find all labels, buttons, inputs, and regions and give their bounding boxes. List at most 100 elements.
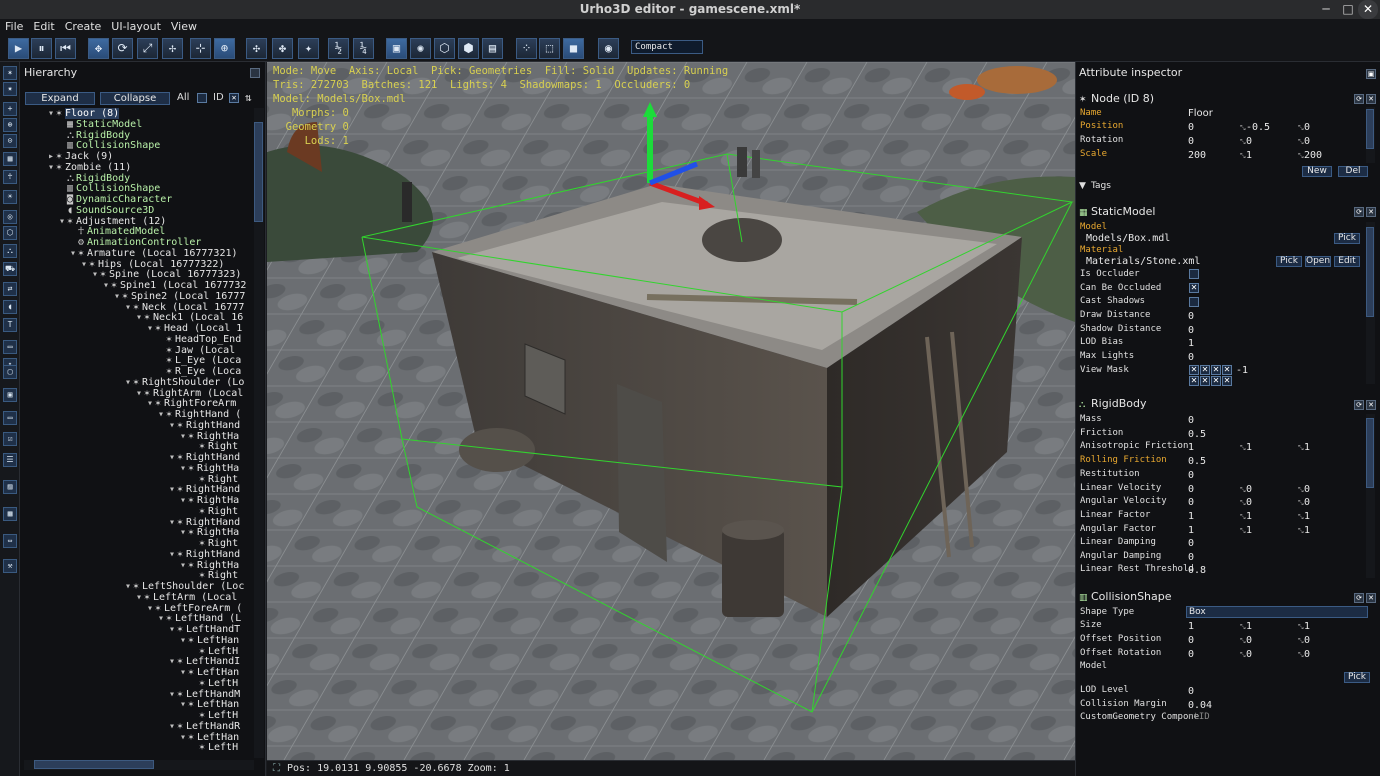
max-lights-field[interactable]: 0 bbox=[1188, 352, 1194, 363]
menu-file[interactable]: File bbox=[0, 19, 28, 34]
border-icon[interactable]: ▩ bbox=[3, 507, 17, 521]
angular-velocity-y[interactable]: ⤡0 bbox=[1240, 497, 1252, 508]
hierarchy-node-row[interactable]: ▾ ✶ RightHa bbox=[180, 463, 239, 474]
staticmodel-close-icon[interactable]: ✕ bbox=[1366, 207, 1376, 217]
node-section-header[interactable]: ✶ Node (ID 8) bbox=[1079, 92, 1154, 106]
hierarchy-node-row[interactable]: ▾ ✶ Spine1 (Local 1677732 bbox=[103, 280, 246, 291]
menu-ui-layout[interactable]: UI-layout bbox=[106, 19, 166, 34]
ui-icon[interactable]: ▭ bbox=[3, 340, 17, 354]
linear-factor-x[interactable]: 1 bbox=[1188, 511, 1194, 522]
expand-toggle-icon[interactable]: ▾ bbox=[169, 517, 177, 528]
delete-tag-button[interactable]: Del bbox=[1338, 166, 1368, 177]
hierarchy-component-row[interactable]: ▥ CollisionShape bbox=[59, 140, 160, 151]
lod-bias-field[interactable]: 1 bbox=[1188, 338, 1194, 349]
fill-wireframe-icon[interactable]: ⬚ bbox=[539, 38, 560, 59]
id-checkbox[interactable]: ✕ bbox=[229, 93, 239, 103]
hierarchy-node-row[interactable]: ▾ ✶ LeftForeArm ( bbox=[147, 603, 242, 614]
angular-damping-field[interactable]: 0 bbox=[1188, 552, 1194, 563]
is-occluder-checkbox[interactable] bbox=[1189, 269, 1199, 279]
aniso-friction-x[interactable]: 1 bbox=[1188, 442, 1194, 453]
hierarchy-component-row[interactable]: ⚙ AnimationController bbox=[70, 237, 201, 248]
material-open-button[interactable]: Open bbox=[1305, 256, 1331, 267]
hierarchy-node-row[interactable]: ▾ ✶ Floor (8) bbox=[48, 108, 120, 119]
hierarchy-node-row[interactable]: ▾ ✶ LeftHandR bbox=[169, 721, 240, 732]
expand-toggle-icon[interactable]: ▾ bbox=[169, 420, 177, 431]
model-pick-button[interactable]: Pick bbox=[1334, 233, 1360, 244]
move-icon[interactable]: ✥ bbox=[88, 38, 109, 59]
position-x[interactable]: 0 bbox=[1188, 122, 1194, 133]
offset-position-z[interactable]: ⤡0 bbox=[1298, 635, 1310, 646]
friction-field[interactable]: 0.5 bbox=[1188, 429, 1206, 440]
scale-y[interactable]: ⤡1 bbox=[1240, 150, 1252, 161]
view-mask-bit-5[interactable]: ✕ bbox=[1200, 376, 1210, 386]
hierarchy-node-row[interactable]: ✶ HeadTop_End bbox=[158, 334, 241, 345]
hierarchy-node-row[interactable]: ▾ ✶ Neck (Local 16777 bbox=[125, 302, 244, 313]
hierarchy-node-row[interactable]: ✶ LeftH bbox=[191, 742, 238, 753]
expand-toggle-icon[interactable]: ▾ bbox=[180, 667, 188, 678]
pick-rigidbodies-icon[interactable]: ⬢ bbox=[458, 38, 479, 59]
menu-view[interactable]: View bbox=[166, 19, 202, 34]
new-replicated-icon[interactable]: ⊕ bbox=[3, 118, 17, 132]
close-icon[interactable]: ✕ bbox=[1358, 0, 1378, 19]
hierarchy-component-row[interactable]: ▥ CollisionShape bbox=[59, 183, 160, 194]
expand-toggle-icon[interactable]: ▾ bbox=[136, 312, 144, 323]
snap-scale-icon[interactable]: ✦ bbox=[298, 38, 319, 59]
all-checkbox[interactable] bbox=[197, 93, 207, 103]
expand-toggle-icon[interactable]: ▾ bbox=[125, 377, 133, 388]
view-mask-bit-7[interactable]: ✕ bbox=[1222, 376, 1232, 386]
hierarchy-component-row[interactable]: ⛬ RigidBody bbox=[59, 173, 130, 184]
custom-geometry-field[interactable]: ntID bbox=[1188, 712, 1210, 723]
view-mask-bit-2[interactable]: ✕ bbox=[1211, 365, 1221, 375]
expand-toggle-icon[interactable]: ▾ bbox=[70, 248, 78, 259]
expand-toggle-icon[interactable]: ▾ bbox=[169, 484, 177, 495]
expand-toggle-icon[interactable]: ▾ bbox=[136, 592, 144, 603]
scale-x[interactable]: 200 bbox=[1188, 150, 1206, 161]
expand-toggle-icon[interactable]: ▾ bbox=[180, 635, 188, 646]
expand-toggle-icon[interactable]: ▸ bbox=[48, 151, 56, 162]
ui-mode-select[interactable]: Compact bbox=[631, 40, 703, 54]
hierarchy-node-row[interactable]: ▾ ✶ RightArm (Local bbox=[136, 388, 243, 399]
linear-velocity-y[interactable]: ⤡0 bbox=[1240, 484, 1252, 495]
pick-lights-icon[interactable]: ✺ bbox=[410, 38, 431, 59]
hierarchy-tree[interactable]: ▾ ✶ Floor (8) ▦ StaticModel ⛬ RigidBody ▥ Collis… bbox=[24, 108, 254, 758]
hierarchy-node-row[interactable]: ▾ ✶ RightShoulder (Lo bbox=[125, 377, 244, 388]
fill-solid-icon[interactable]: ■ bbox=[563, 38, 584, 59]
hierarchy-component-row[interactable]: ⛬ RigidBody bbox=[59, 130, 130, 141]
collisionshape-close-icon[interactable]: ✕ bbox=[1366, 593, 1376, 603]
rotation-y[interactable]: ⤡0 bbox=[1240, 136, 1252, 147]
node-icon[interactable]: ✶ bbox=[3, 66, 17, 80]
expand-toggle-icon[interactable]: ▾ bbox=[92, 269, 100, 280]
hierarchy-component-row[interactable]: ◙ DynamicCharacter bbox=[59, 194, 172, 205]
expand-toggle-icon[interactable]: ▾ bbox=[125, 581, 133, 592]
hierarchy-node-row[interactable]: ▾ ✶ LeftHandT bbox=[169, 624, 240, 635]
button-icon[interactable]: ▢ bbox=[3, 365, 17, 379]
menu-create[interactable]: Create bbox=[60, 19, 107, 34]
offset-rotation-y[interactable]: ⤡0 bbox=[1240, 649, 1252, 660]
angular-factor-z[interactable]: ⤡1 bbox=[1298, 525, 1310, 536]
hierarchy-node-row[interactable]: ✶ Jaw (Local bbox=[158, 345, 235, 356]
hierarchy-node-row[interactable]: ▾ ✶ RightHand bbox=[169, 420, 240, 431]
pick-ui-icon[interactable]: ▤ bbox=[482, 38, 503, 59]
hierarchy-node-row[interactable]: ▾ ✶ RightHand bbox=[169, 452, 240, 463]
play-icon[interactable]: ▶ bbox=[8, 38, 29, 59]
size-z[interactable]: ⤡1 bbox=[1298, 621, 1310, 632]
new-local-icon[interactable]: ⊙ bbox=[3, 134, 17, 148]
expand-toggle-icon[interactable]: ▾ bbox=[180, 463, 188, 474]
expand-toggle-icon[interactable]: ▾ bbox=[158, 409, 166, 420]
linear-factor-y[interactable]: ⤡1 bbox=[1240, 511, 1252, 522]
hierarchy-node-row[interactable]: ▾ ✶ Head (Local 1 bbox=[147, 323, 242, 334]
rotation-z[interactable]: ⤡0 bbox=[1298, 136, 1310, 147]
linear-damping-field[interactable]: 0 bbox=[1188, 538, 1194, 549]
material-pick-button[interactable]: Pick bbox=[1276, 256, 1302, 267]
hierarchy-node-row[interactable]: ✶ Right bbox=[191, 570, 238, 581]
view-mask-field[interactable]: -1 bbox=[1236, 365, 1248, 376]
hierarchy-node-row[interactable]: ▾ ✶ LeftShoulder (Loc bbox=[125, 581, 244, 592]
expand-toggle-icon[interactable]: ▾ bbox=[147, 398, 155, 409]
material-edit-button[interactable]: Edit bbox=[1334, 256, 1360, 267]
rotation-x[interactable]: 0 bbox=[1188, 136, 1194, 147]
hierarchy-node-row[interactable]: ▾ ✶ LeftArm (Local bbox=[136, 592, 237, 603]
hierarchy-node-row[interactable]: ✶ Right bbox=[191, 441, 238, 452]
hierarchy-node-row[interactable]: ▾ ✶ RightHa bbox=[180, 527, 239, 538]
name-field[interactable]: Floor bbox=[1188, 108, 1213, 119]
pick-zones-icon[interactable]: ⬡ bbox=[434, 38, 455, 59]
